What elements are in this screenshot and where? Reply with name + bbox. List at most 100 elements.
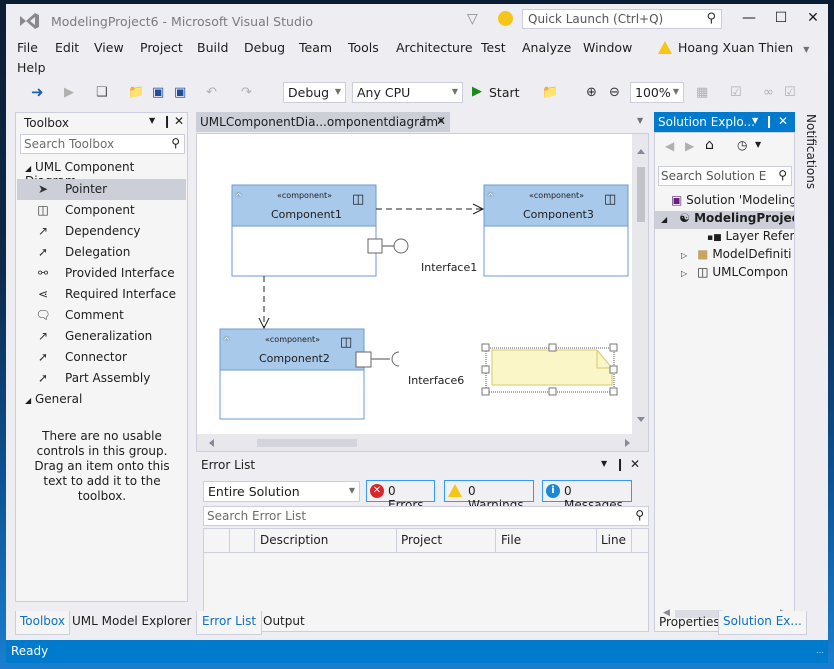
close-icon[interactable]: ✕ (630, 457, 640, 471)
close-icon[interactable]: ✕ (436, 114, 446, 128)
menu-project[interactable]: Project (140, 40, 183, 55)
collapse-icon[interactable]: ⌃ (222, 335, 231, 348)
toolbox-item-component[interactable]: ◫ Component (17, 200, 186, 221)
toolbox-item-provided-interface[interactable]: ⚯ Provided Interface (17, 263, 186, 284)
close-icon[interactable]: ✕ (174, 114, 184, 128)
menu-window[interactable]: Window (583, 40, 632, 55)
resize-grip-icon[interactable]: ⋯ (816, 648, 824, 657)
zoom-out-icon[interactable]: ⊖ (609, 85, 620, 100)
menu-edit[interactable]: Edit (55, 40, 79, 55)
feedback-smile-icon[interactable] (498, 11, 513, 26)
toolbox-item-generalization[interactable]: ↗ Generalization (17, 326, 186, 347)
tree-node-model-definition[interactable]: ▷ ■ ModelDefiniti (655, 247, 794, 265)
toolbox-item-required-interface[interactable]: ⋖ Required Interface (17, 284, 186, 305)
close-icon[interactable]: ✕ (778, 114, 788, 128)
required-interface-6[interactable] (355, 351, 400, 368)
toolbox-item-comment[interactable]: 🗨 Comment (17, 305, 186, 326)
column-description[interactable]: Description (260, 533, 328, 547)
menu-view[interactable]: View (94, 40, 124, 55)
error-search-input[interactable]: Search Error List ⚲ (203, 506, 649, 526)
chevron-down-icon[interactable]: ▼ (637, 116, 643, 125)
account-menu[interactable]: Hoang Xuan Thien ▼ (658, 40, 809, 55)
provided-interface-1[interactable] (367, 238, 409, 254)
tab-uml-component-diagram[interactable]: UMLComponentDia...omponentdiagram* ⊩ ✕ (196, 112, 450, 132)
menu-test[interactable]: Test (481, 40, 506, 55)
pin-icon[interactable]: ❙ (764, 114, 774, 128)
undo-icon[interactable]: ↶ (206, 85, 217, 100)
toolbox-item-part-assembly[interactable]: ➚ Part Assembly (17, 368, 186, 389)
menu-debug[interactable]: Debug (244, 40, 285, 55)
toolbox-item-delegation[interactable]: ➚ Delegation (17, 242, 186, 263)
dependency-arrow-1-2[interactable] (258, 276, 270, 330)
tab-solution-explorer[interactable]: Solution Ex... (718, 611, 807, 635)
menu-file[interactable]: File (17, 40, 38, 55)
menu-analyze[interactable]: Analyze (522, 40, 571, 55)
chevron-down-icon[interactable]: ▼ (755, 140, 761, 149)
tab-output[interactable]: Output (259, 611, 309, 634)
layout-icon[interactable]: ▦ (696, 85, 708, 100)
menu-team[interactable]: Team (299, 40, 332, 55)
pin-icon[interactable]: ❙ (162, 114, 172, 128)
tab-properties[interactable]: Properties (657, 613, 722, 635)
column-project[interactable]: Project (401, 533, 442, 547)
tab-uml-model-explorer[interactable]: UML Model Explorer (68, 611, 195, 634)
tab-error-list[interactable]: Error List (196, 611, 263, 635)
navigate-forward-icon[interactable]: ▶ (64, 85, 74, 100)
pin-icon[interactable]: ❙ (615, 457, 625, 471)
horizontal-scroll-thumb[interactable] (257, 439, 357, 447)
check-icon[interactable]: ☑ (784, 85, 796, 100)
open-file-icon[interactable]: 📁 (128, 85, 144, 100)
diagram-canvas[interactable]: ⌃ «component» Component1 ◫ ⌃ «component»… (196, 133, 649, 452)
save-all-icon[interactable]: ▣ (174, 85, 186, 100)
home-icon[interactable]: ⌂ (705, 137, 714, 153)
collapse-icon[interactable]: ⌃ (486, 191, 495, 204)
interface-6-label[interactable]: Interface6 (408, 374, 464, 387)
forward-icon[interactable]: ▶ (685, 139, 694, 153)
link-icon[interactable]: ∞ (763, 85, 774, 100)
chevron-down-icon[interactable]: ▼ (752, 116, 758, 125)
tree-node-modeling-project[interactable]: ◢ ☯ ModelingProject (655, 211, 794, 229)
toolbox-item-dependency[interactable]: ↗ Dependency (17, 221, 186, 242)
configuration-select[interactable]: Debug ▼ (283, 82, 346, 103)
start-button[interactable]: Start (489, 85, 520, 100)
solution-search-input[interactable]: Search Solution Exp ⚲ (658, 166, 792, 186)
group-general[interactable]: ◢ General (25, 392, 82, 406)
validate-icon[interactable]: ☑ (730, 85, 742, 100)
redo-icon[interactable]: ↷ (241, 85, 252, 100)
find-in-files-icon[interactable]: 📁 (542, 85, 558, 100)
zoom-select[interactable]: 100% ▼ (630, 82, 684, 103)
maximize-button[interactable]: ☐ (766, 10, 796, 30)
menu-architecture[interactable]: Architecture (396, 40, 473, 55)
chevron-down-icon[interactable]: ▼ (149, 116, 155, 125)
column-file[interactable]: File (501, 533, 521, 547)
menu-build[interactable]: Build (197, 40, 228, 55)
platform-select[interactable]: Any CPU ▼ (352, 82, 463, 103)
messages-filter-button[interactable]: i 0 Messages (542, 480, 632, 512)
chevron-down-icon[interactable]: ▼ (601, 459, 607, 468)
navigate-back-icon[interactable]: ➜ (31, 83, 44, 101)
toolbox-item-connector[interactable]: ➚ Connector (17, 347, 186, 368)
zoom-in-icon[interactable]: ⊕ (586, 85, 597, 100)
comment-shape[interactable] (481, 343, 618, 396)
new-project-icon[interactable]: ❑ (96, 85, 108, 100)
tab-toolbox[interactable]: Toolbox (15, 611, 70, 635)
error-scope-select[interactable]: Entire Solution ▼ (203, 481, 360, 502)
tree-node-uml-component[interactable]: ▷ ◫ UMLCompon (655, 265, 794, 283)
menu-help[interactable]: Help (17, 60, 46, 75)
warnings-filter-button[interactable]: 0 Warnings (444, 480, 534, 512)
menu-tools[interactable]: Tools (348, 40, 379, 55)
feedback-filter-icon[interactable]: ▽ (467, 11, 478, 27)
tree-node-solution[interactable]: ▣ Solution 'ModelingP (655, 193, 794, 211)
back-icon[interactable]: ◀ (665, 139, 674, 153)
vertical-scroll-thumb[interactable] (637, 167, 645, 222)
dependency-arrow-1-3[interactable] (376, 203, 485, 215)
save-icon[interactable]: ▣ (152, 85, 164, 100)
toolbox-item-pointer[interactable]: ➤ Pointer (17, 179, 186, 200)
column-line[interactable]: Line (601, 533, 626, 547)
collapse-icon[interactable]: ⌃ (234, 191, 243, 204)
pin-icon[interactable]: ⊩ (422, 115, 431, 126)
tree-node-layer-references[interactable]: ▪■ Layer Referen (655, 229, 794, 247)
toolbox-search-input[interactable]: Search Toolbox ⚲ (20, 134, 185, 154)
quick-launch-input[interactable]: Quick Launch (Ctrl+Q) ⚲ (522, 9, 722, 29)
minimize-button[interactable]: — (734, 10, 764, 30)
